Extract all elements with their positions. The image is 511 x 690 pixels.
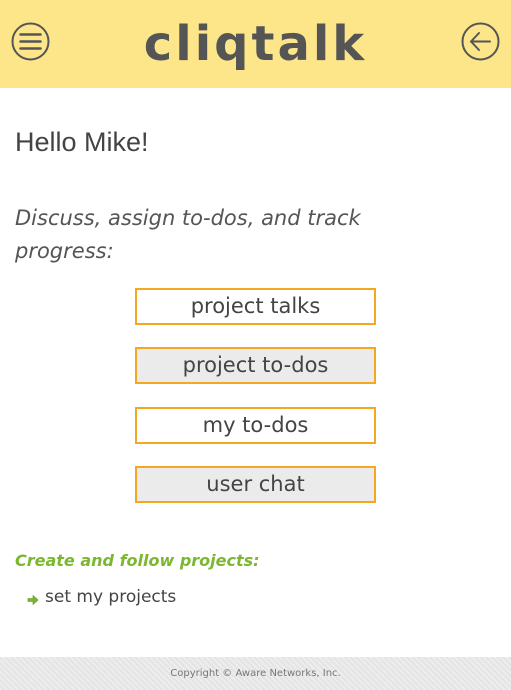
project-talks-button[interactable]: project talks xyxy=(135,288,376,325)
footer: Copyright © Aware Networks, Inc. xyxy=(0,657,511,690)
my-todos-button[interactable]: my to-dos xyxy=(135,407,376,444)
project-todos-button[interactable]: project to-dos xyxy=(135,347,376,384)
set-my-projects-link[interactable]: set my projects xyxy=(27,586,176,608)
set-my-projects-label: set my projects xyxy=(45,587,177,607)
green-arrow-icon xyxy=(27,591,39,606)
app-logo: cliqtalk xyxy=(143,16,368,72)
user-chat-button[interactable]: user chat xyxy=(135,466,376,503)
greeting-text: Hello Mike! xyxy=(15,127,149,157)
section-title: Create and follow projects: xyxy=(15,551,260,570)
app-header: cliqtalk xyxy=(0,0,511,88)
back-arrow-icon[interactable] xyxy=(461,22,500,61)
tagline-text: Discuss, assign to-dos, and track progre… xyxy=(15,206,361,263)
copyright-text: Copyright © Aware Networks, Inc. xyxy=(170,668,341,679)
